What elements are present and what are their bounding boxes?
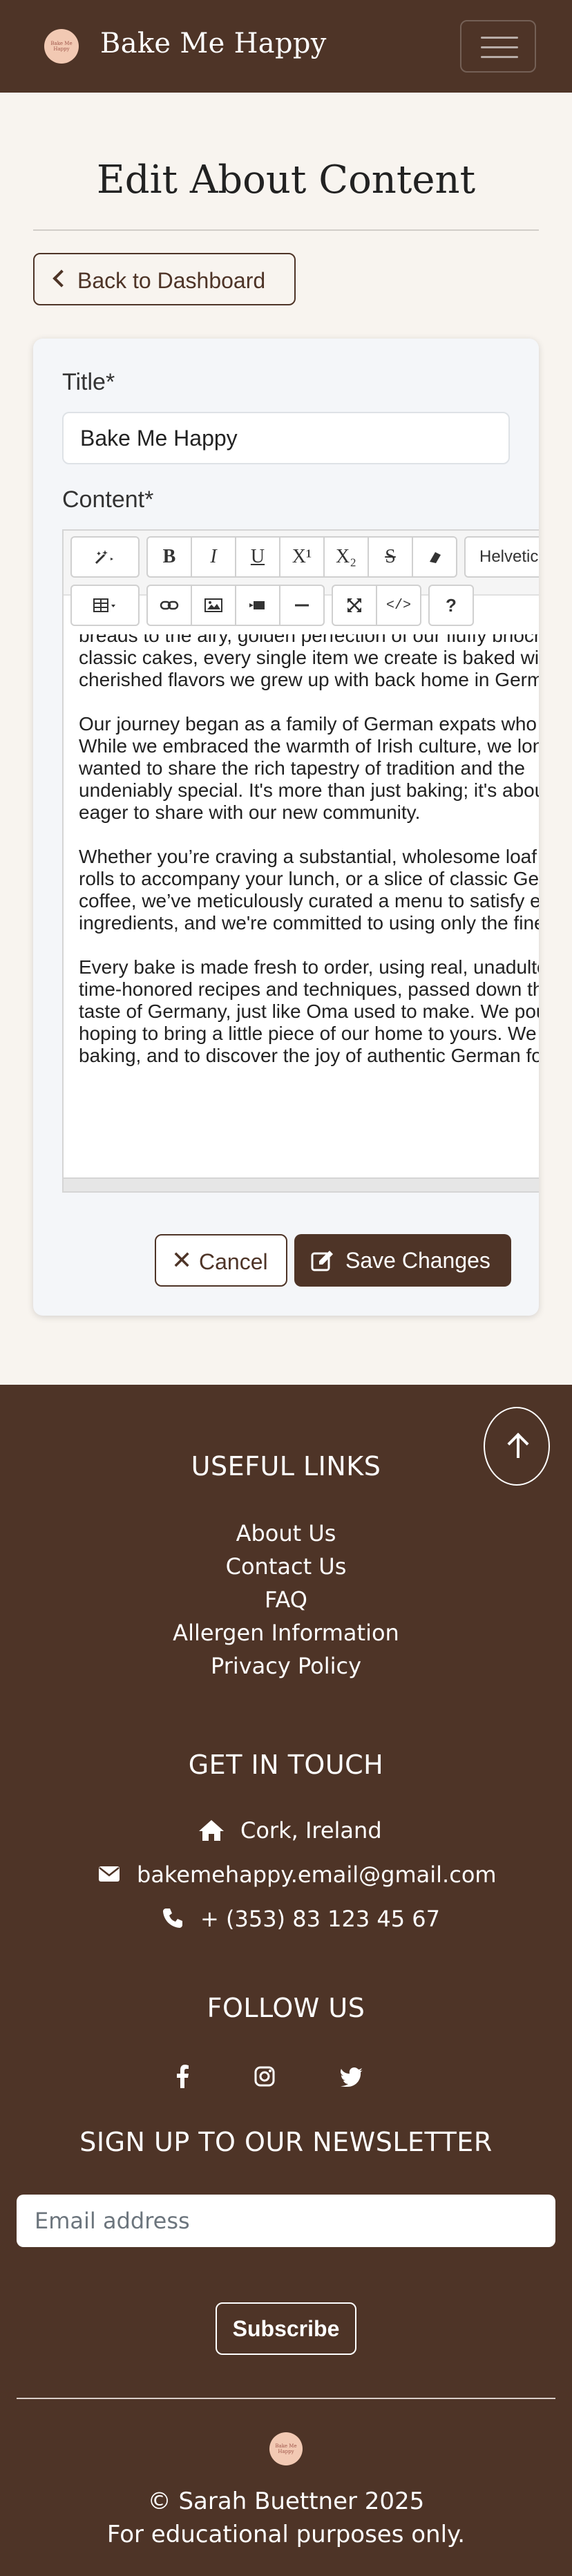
- title-divider: [33, 229, 539, 231]
- envelope-icon: [99, 1866, 120, 1882]
- footer-link-contact[interactable]: Contact Us: [0, 1553, 572, 1580]
- superscript-button[interactable]: X¹: [279, 536, 325, 578]
- back-button-label: Back to Dashboard: [77, 268, 266, 293]
- edit-icon: [311, 1251, 333, 1271]
- content-paragraph: breads to the airy, golden perfection of…: [79, 634, 539, 691]
- content-line: Every bake is made fresh to order, using…: [79, 956, 539, 978]
- content-line: ingredients, and we're committed to usin…: [79, 912, 539, 934]
- italic-button[interactable]: I: [191, 536, 236, 578]
- footer-link-allergen[interactable]: Allergen Information: [0, 1620, 572, 1646]
- brand-logo-text: Bake Me Happy: [50, 41, 73, 52]
- subscript-button[interactable]: X₂: [323, 536, 369, 578]
- content-paragraph: Our journey began as a family of German …: [79, 713, 539, 824]
- code-view-button[interactable]: </>: [376, 585, 421, 626]
- font-family-select[interactable]: Helvetica: [464, 536, 539, 578]
- content-line: breads to the airy, golden perfection of…: [79, 634, 539, 646]
- footer-link-privacy[interactable]: Privacy Policy: [0, 1653, 572, 1679]
- footer-link-about[interactable]: About Us: [0, 1520, 572, 1546]
- editor-resize-bar[interactable]: [64, 1177, 539, 1191]
- eraser-icon[interactable]: [412, 536, 457, 578]
- picture-icon[interactable]: [191, 585, 236, 626]
- home-icon: [199, 1820, 224, 1841]
- magic-icon[interactable]: [70, 536, 140, 578]
- brand-logo[interactable]: Bake Me Happy: [44, 29, 79, 64]
- content-line: While we embraced the warmth of Irish cu…: [79, 735, 539, 757]
- email-link[interactable]: bakemehappy.email@gmail.com: [137, 1862, 497, 1888]
- facebook-icon[interactable]: [175, 2065, 189, 2088]
- table-icon[interactable]: [70, 585, 140, 626]
- close-icon: ✕: [171, 1247, 193, 1275]
- content-line: hoping to bring a little piece of our ho…: [79, 1023, 537, 1044]
- help-button[interactable]: ?: [428, 585, 474, 626]
- content-line: taste of Germany, just like Oma used to …: [79, 1001, 539, 1022]
- hr-icon[interactable]: [279, 585, 325, 626]
- content-paragraph: Every bake is made fresh to order, using…: [79, 956, 539, 1067]
- disclaimer-text: For educational purposes only.: [106, 2521, 466, 2548]
- hamburger-icon-bar: [481, 46, 518, 48]
- title-input[interactable]: Bake Me Happy: [62, 412, 510, 464]
- editor-toolbar: B I U X¹ X₂ S Helvetica: [64, 531, 539, 626]
- follow-us-heading: FOLLOW US: [207, 1993, 365, 2023]
- underline-button[interactable]: U: [235, 536, 280, 578]
- footer-logo-text: Bake Me Happy: [275, 2443, 297, 2454]
- phone-icon: [163, 1909, 182, 1928]
- get-in-touch-heading: GET IN TOUCH: [188, 1750, 384, 1780]
- location-text: Cork, Ireland: [240, 1817, 382, 1844]
- content-line: Our journey began as a family of German …: [79, 713, 537, 735]
- hamburger-icon: [481, 37, 518, 39]
- strikethrough-button[interactable]: S: [368, 536, 413, 578]
- footer: USEFUL LINKS About Us Contact Us FAQ All…: [0, 1385, 572, 2576]
- title-label: Title*: [62, 369, 115, 395]
- content-label: Content*: [62, 486, 154, 513]
- content-line: classic cakes, every single item we crea…: [79, 647, 539, 668]
- fullscreen-icon[interactable]: [332, 585, 377, 626]
- content-line: wanted to share the rich tapestry of tra…: [79, 757, 525, 779]
- content-paragraph: Whether you’re craving a substantial, wh…: [79, 846, 539, 934]
- twitter-icon[interactable]: [340, 2067, 363, 2087]
- chevron-left-icon: [53, 269, 70, 287]
- cancel-button[interactable]: ✕ Cancel: [155, 1234, 287, 1287]
- edit-form-card: Title* Bake Me Happy Content* B I U X¹ X…: [33, 339, 539, 1316]
- content-line: rolls to accompany your lunch, or a slic…: [79, 868, 539, 889]
- instagram-icon[interactable]: [254, 2066, 275, 2087]
- footer-divider: [17, 2398, 555, 2399]
- rich-text-editor: B I U X¹ X₂ S Helvetica: [62, 529, 539, 1193]
- navbar-toggler-button[interactable]: [460, 20, 536, 73]
- navbar: Bake Me Happy Bake Me Happy: [0, 0, 572, 93]
- content-line: cherished flavors we grew up with back h…: [79, 669, 539, 690]
- hamburger-icon-bar: [481, 56, 518, 58]
- footer-logo: Bake Me Happy: [269, 2432, 303, 2465]
- phone-text: + (353) 83 123 45 67: [200, 1906, 440, 1932]
- content-editable-area[interactable]: breads to the airy, golden perfection of…: [64, 634, 539, 1173]
- content-line: baking, and to discover the joy of authe…: [79, 1045, 539, 1066]
- copyright-text: © Sarah Buettner 2025: [147, 2488, 425, 2515]
- content-line: undeniably special. It's more than just …: [79, 779, 539, 801]
- content-line: eager to share with our new community.: [79, 802, 421, 823]
- useful-links-heading: USEFUL LINKS: [191, 1451, 381, 1481]
- link-icon[interactable]: [146, 585, 192, 626]
- cancel-label: Cancel: [199, 1249, 268, 1274]
- back-to-dashboard-button[interactable]: Back to Dashboard: [33, 253, 296, 305]
- newsletter-email-input[interactable]: Email address: [17, 2195, 555, 2247]
- video-icon[interactable]: [235, 585, 280, 626]
- save-label: Save Changes: [345, 1248, 490, 1273]
- footer-link-faq[interactable]: FAQ: [0, 1587, 572, 1613]
- newsletter-heading: SIGN UP TO OUR NEWSLETTER: [79, 2127, 493, 2157]
- save-changes-button[interactable]: Save Changes: [294, 1234, 511, 1287]
- content-line: coffee, we’ve meticulously curated a men…: [79, 890, 539, 911]
- content-line: time-honored recipes and techniques, pas…: [79, 978, 539, 1000]
- page-title: Edit About Content: [96, 158, 476, 202]
- content-line: Whether you’re craving a substantial, wh…: [79, 846, 537, 867]
- brand-name[interactable]: Bake Me Happy: [100, 28, 327, 59]
- subscribe-button[interactable]: Subscribe: [216, 2302, 356, 2355]
- bold-button[interactable]: B: [146, 536, 192, 578]
